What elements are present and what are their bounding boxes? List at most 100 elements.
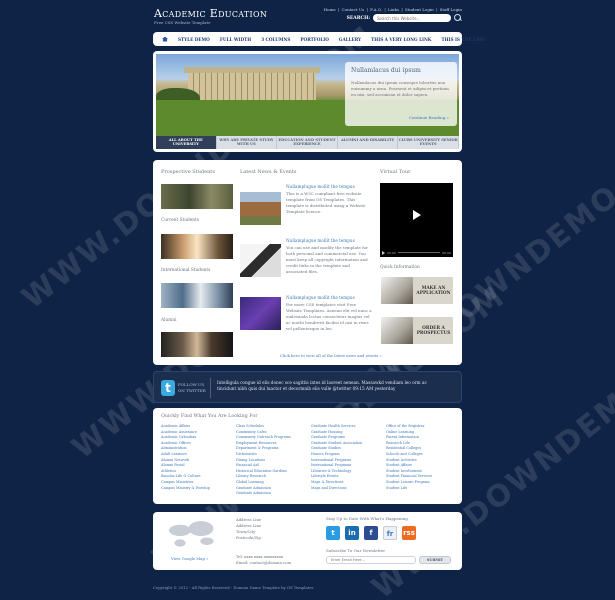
hero-tab-clubs[interactable]: CLUBS UNIVERSITY SENIOR EVENTS bbox=[398, 136, 459, 149]
quick-info-heading: Quick Information bbox=[380, 265, 420, 270]
address-block: Address Line Address Line Town/City Post… bbox=[236, 517, 261, 541]
hero-building bbox=[184, 67, 320, 100]
main-nav: STYLE DEMO FULL WIDTH 3 COLUMNS PORTFOLI… bbox=[153, 32, 485, 46]
logo-title[interactable]: Academic Education bbox=[154, 8, 267, 20]
nav-3-columns[interactable]: 3 COLUMNS bbox=[256, 37, 295, 42]
twitter-label[interactable]: FOLLOW US ON TWITTER bbox=[178, 382, 206, 394]
news-image[interactable] bbox=[240, 297, 281, 330]
twitter-bar: t FOLLOW US ON TWITTER Intelligula congu… bbox=[153, 371, 462, 403]
social-icons: t in f fr rss bbox=[326, 526, 416, 540]
top-link-separator: | bbox=[366, 7, 368, 12]
prospectus-image bbox=[381, 317, 413, 344]
quick-links-heading: Quickly Find What You Are Looking For bbox=[161, 414, 258, 419]
current-image[interactable] bbox=[161, 234, 233, 259]
view-all-news-link[interactable]: Click here to view all of the latest new… bbox=[280, 353, 382, 358]
alumni-image[interactable] bbox=[161, 332, 233, 357]
top-link-faq[interactable]: F.A.Q. bbox=[370, 7, 382, 12]
international-heading: International Students bbox=[161, 268, 211, 273]
nav-portfolio[interactable]: PORTFOLIO bbox=[295, 37, 334, 42]
news-text: You can use and modify the template for … bbox=[286, 245, 368, 274]
flickr-icon[interactable]: fr bbox=[383, 526, 397, 540]
hero-tab-private-study[interactable]: WHY ARE PRIVATE STUDY WITH US bbox=[217, 136, 278, 149]
search-input[interactable] bbox=[373, 14, 451, 22]
top-link-home[interactable]: Home bbox=[324, 7, 336, 12]
application-image bbox=[381, 277, 413, 304]
video-controls: 00:00 00:00 bbox=[382, 250, 451, 255]
play-icon[interactable] bbox=[413, 210, 421, 220]
twitter-label-line2: ON TWITTER bbox=[178, 388, 206, 393]
news-title[interactable]: Nullamplugue mollit the tempus bbox=[286, 295, 355, 300]
video-player[interactable]: 00:00 00:00 bbox=[380, 183, 453, 257]
world-map-image bbox=[162, 516, 222, 552]
top-link-links[interactable]: Links bbox=[388, 7, 399, 12]
order-prospectus-label: ORDER A PROSPECTUS bbox=[416, 326, 451, 336]
search-bar: SEARCH: bbox=[347, 14, 462, 22]
prospective-heading: Prospective Students bbox=[161, 169, 215, 175]
news-heading: Latest News & Events bbox=[240, 169, 297, 175]
search-icon[interactable] bbox=[454, 14, 462, 22]
linkedin-icon[interactable]: in bbox=[345, 526, 359, 540]
international-image[interactable] bbox=[161, 283, 233, 308]
rss-icon[interactable]: rss bbox=[402, 526, 416, 540]
hero-tab-education[interactable]: EDUCATION AND STUDENT EXPERIENCE bbox=[277, 136, 338, 149]
hero-caption: Nullamlacus dui ipsum Nullamlacus dui ip… bbox=[345, 62, 457, 126]
quick-link[interactable]: Graduate Admission bbox=[236, 491, 310, 497]
quick-link[interactable]: Maps and Directions bbox=[311, 486, 385, 492]
hero-slider: Nullamlacus dui ipsum Nullamlacus dui ip… bbox=[153, 51, 462, 152]
contact-email[interactable]: Email: contact@domain.com bbox=[236, 560, 291, 566]
order-prospectus-button[interactable]: ORDER A PROSPECTUS bbox=[381, 317, 453, 344]
nav-long-link[interactable]: THIS A VERY LONG LINK bbox=[366, 37, 436, 42]
link-column: Office of the Registrar Online Learning Pa… bbox=[386, 424, 460, 491]
nav-home[interactable] bbox=[157, 36, 173, 42]
logo[interactable]: Academic Education Free CSS Website Temp… bbox=[154, 8, 267, 26]
top-link-staff-login[interactable]: Staff Login bbox=[440, 7, 462, 12]
page-wrapper: Academic Education Free CSS Website Temp… bbox=[153, 0, 485, 590]
top-links: Home | Contact Us | F.A.Q. | Links | Stu… bbox=[323, 7, 462, 12]
video-seek-bar[interactable] bbox=[397, 252, 441, 253]
hero-tab-alumni[interactable]: ALUMNI AND DISABILITY bbox=[338, 136, 399, 149]
facebook-icon[interactable]: f bbox=[364, 526, 378, 540]
newsletter-submit-button[interactable]: SUBMIT bbox=[419, 556, 451, 564]
newsletter-email-input[interactable] bbox=[326, 556, 416, 564]
twitter-divider bbox=[210, 378, 211, 398]
nav-full-width[interactable]: FULL WIDTH bbox=[215, 37, 256, 42]
search-label: SEARCH: bbox=[346, 15, 370, 21]
video-duration: 00:00 bbox=[442, 250, 451, 255]
news-image[interactable] bbox=[240, 192, 281, 225]
top-link-separator: | bbox=[436, 7, 438, 12]
make-application-button[interactable]: MAKE AN APPLICATION bbox=[381, 277, 453, 304]
site-footer: View Google Map » Address Line Address L… bbox=[153, 512, 462, 570]
quick-link[interactable]: Student Life bbox=[386, 486, 460, 492]
make-application-label: MAKE AN APPLICATION bbox=[416, 286, 451, 296]
google-map-link[interactable]: View Google Map » bbox=[171, 556, 208, 561]
hero-continue-link[interactable]: Continue Reading » bbox=[409, 115, 449, 120]
logo-subtitle: Free CSS Website Template bbox=[154, 20, 211, 25]
news-image[interactable] bbox=[240, 244, 281, 277]
video-time: 00:00 bbox=[387, 250, 396, 255]
news-text: For more CSS templates visit Free Websit… bbox=[286, 302, 372, 331]
quick-link[interactable]: Campus Ministry & Worship bbox=[161, 486, 235, 492]
news-title[interactable]: Nullamplugue mollit the tempus bbox=[286, 184, 355, 189]
current-heading: Current Students bbox=[161, 218, 199, 223]
news-title[interactable]: Nullamplugue mollit the tempus bbox=[286, 238, 355, 243]
top-link-separator: | bbox=[384, 7, 386, 12]
nav-last[interactable]: THIS IS THE LAST bbox=[436, 37, 490, 42]
link-column: Class Schedules Community Cafes Community … bbox=[236, 424, 310, 497]
top-link-contact[interactable]: Contact Us bbox=[342, 7, 365, 12]
site-header: Academic Education Free CSS Website Temp… bbox=[153, 0, 462, 30]
top-link-student-login[interactable]: Student Login bbox=[405, 7, 434, 12]
twitter-feed-text: Intelligula congue id elis donec sce sag… bbox=[217, 380, 427, 391]
video-heading: Virtual Tour bbox=[380, 169, 411, 175]
hero-caption-title: Nullamlacus dui ipsum bbox=[351, 67, 421, 74]
top-link-separator: | bbox=[338, 7, 340, 12]
prospective-image[interactable] bbox=[161, 184, 233, 209]
hero-tab-university[interactable]: ALL ABOUT THE UNIVERSITY bbox=[156, 136, 217, 149]
nav-style-demo[interactable]: STYLE DEMO bbox=[173, 37, 215, 42]
social-heading: Stay Up to Date With What's Happening bbox=[326, 516, 408, 521]
twitter-icon[interactable]: t bbox=[161, 380, 175, 396]
hero-caption-text: Nullamlacus dui ipsum conseque loborttis… bbox=[351, 80, 449, 97]
small-play-icon[interactable] bbox=[382, 250, 385, 255]
nav-gallery[interactable]: GALLERY bbox=[334, 37, 366, 42]
quick-links: Quickly Find What You Are Looking For Ac… bbox=[153, 408, 462, 504]
twitter-icon[interactable]: t bbox=[326, 526, 340, 540]
